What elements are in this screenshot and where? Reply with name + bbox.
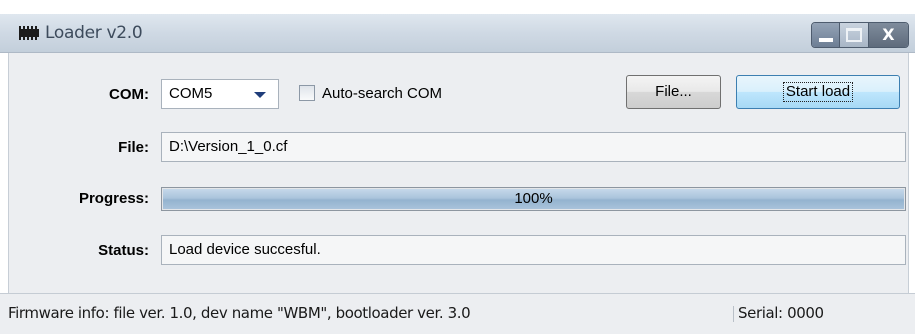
maximize-icon — [846, 28, 863, 42]
progress-bar: 100% — [161, 187, 906, 211]
start-load-button[interactable]: Start load — [736, 75, 900, 109]
chevron-down-icon[interactable] — [254, 92, 266, 98]
client-area: COM: COM5 Auto-search COM File... Start … — [8, 53, 909, 293]
status-separator — [733, 306, 734, 322]
minimize-icon — [818, 37, 833, 42]
firmware-info: Firmware info: file ver. 1.0, dev name "… — [8, 304, 471, 322]
autosearch-checkbox[interactable] — [299, 85, 315, 101]
progress-text: 100% — [514, 190, 553, 207]
maximize-button[interactable] — [840, 23, 869, 47]
loader-window: Loader v2.0 X COM: COM5 Auto-search COM … — [0, 14, 915, 334]
window-controls: X — [811, 22, 909, 48]
status-field: Load device succesful. — [161, 235, 906, 265]
com-label: COM: — [109, 86, 149, 103]
file-label: File: — [118, 139, 149, 156]
window-title: Loader v2.0 — [45, 23, 143, 43]
close-button[interactable]: X — [868, 23, 908, 47]
com-select-value: COM5 — [169, 85, 213, 102]
title-bar[interactable]: Loader v2.0 X — [0, 14, 915, 53]
com-select[interactable]: COM5 — [161, 79, 279, 109]
chip-icon — [19, 26, 39, 40]
file-button[interactable]: File... — [626, 75, 721, 109]
file-path-field[interactable]: D:\Version_1_0.cf — [161, 132, 906, 162]
start-load-label: Start load — [782, 82, 854, 102]
close-icon: X — [882, 25, 895, 44]
status-label: Status: — [98, 242, 149, 259]
serial-info: Serial: 0000 — [738, 304, 824, 322]
status-bar: Firmware info: file ver. 1.0, dev name "… — [0, 293, 915, 334]
progress-label: Progress: — [78, 190, 149, 207]
minimize-button[interactable] — [812, 23, 841, 47]
autosearch-label[interactable]: Auto-search COM — [322, 85, 442, 102]
